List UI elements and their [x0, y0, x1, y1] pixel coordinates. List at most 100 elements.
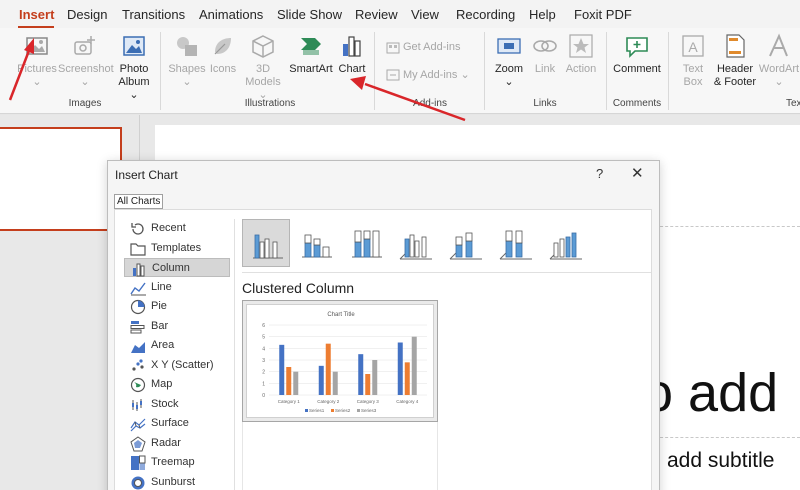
- subtype-clustered-column[interactable]: [242, 219, 290, 267]
- pictures-label: Pictures: [17, 63, 57, 75]
- chart-type-sunburst[interactable]: Sunburst: [124, 473, 230, 490]
- zoom-button[interactable]: Zoom ⌄: [490, 32, 528, 89]
- chart-button[interactable]: Chart: [336, 32, 368, 76]
- chart-type-label: Column: [152, 262, 190, 274]
- chart-type-label: Pie: [151, 300, 167, 312]
- 3d-models-button[interactable]: 3D Models ⌄: [242, 32, 284, 102]
- zoom-label: Zoom: [494, 63, 524, 75]
- header-footer-button[interactable]: Header & Footer: [712, 32, 758, 89]
- subtype-3d-100-stacked-column[interactable]: [492, 219, 540, 267]
- action-button[interactable]: Action: [564, 32, 598, 76]
- 3d-column-icon: [549, 232, 582, 260]
- group-divider: [668, 32, 669, 110]
- subtype-100-stacked-column[interactable]: [342, 219, 390, 267]
- legend-label: Series3: [361, 408, 377, 413]
- shapes-button[interactable]: Shapes ⌄: [168, 32, 206, 89]
- chart-type-map[interactable]: Map: [124, 375, 230, 394]
- close-button[interactable]: ✕: [631, 164, 644, 182]
- help-button[interactable]: ?: [596, 166, 603, 181]
- chart-type-surface[interactable]: Surface: [124, 414, 230, 433]
- tab-help[interactable]: Help: [529, 7, 556, 22]
- y-tick-label: 3: [262, 358, 265, 364]
- tab-view[interactable]: View: [411, 7, 439, 22]
- 3d-clustered-column-icon: [399, 234, 432, 260]
- text-box-button[interactable]: A Text Box: [674, 32, 712, 89]
- chart-type-scatter[interactable]: X Y (Scatter): [124, 356, 230, 375]
- chart-type-treemap[interactable]: Treemap: [124, 453, 230, 472]
- chevron-down-icon: ⌄: [80, 76, 90, 88]
- subtype-stacked-column[interactable]: [292, 219, 340, 267]
- icons-button[interactable]: Icons: [206, 32, 240, 76]
- chart-type-templates[interactable]: Templates: [124, 239, 230, 258]
- legend-swatch: [305, 409, 308, 412]
- tab-animations[interactable]: Animations: [199, 7, 263, 22]
- recent-icon: [131, 223, 144, 235]
- tab-all-charts[interactable]: All Charts: [114, 194, 164, 209]
- slide-title-placeholder[interactable]: o add: [643, 362, 778, 424]
- chart-type-label: Radar: [151, 436, 181, 449]
- link-button[interactable]: Link: [530, 32, 560, 76]
- chart-type-label: Bar: [151, 319, 169, 332]
- chart-type-stock[interactable]: Stock: [124, 395, 230, 414]
- x-tick-label: Category 4: [396, 399, 419, 404]
- tab-transitions[interactable]: Transitions: [122, 7, 185, 22]
- y-tick-label: 1: [262, 381, 265, 387]
- stock-chart-icon: [132, 398, 142, 411]
- screenshot-button[interactable]: Screenshot ⌄: [58, 32, 114, 89]
- get-addins-button[interactable]: Get Add-ins: [386, 40, 460, 54]
- scatter-chart-icon: [132, 358, 144, 371]
- placeholder-border: [655, 226, 800, 227]
- images-group-label: Images: [68, 98, 102, 109]
- 3d-models-label-2: Models: [245, 76, 281, 88]
- my-addins-button[interactable]: My Add-ins ⌄: [386, 68, 470, 82]
- y-tick-label: 0: [262, 393, 265, 399]
- link-icon: [533, 40, 557, 52]
- tab-review[interactable]: Review: [355, 7, 398, 22]
- link-label: Link: [534, 63, 556, 75]
- chart-preview[interactable]: Chart Title 0 1 2 3 4 5 6 Category 1 Category 2 C…: [242, 300, 438, 422]
- text-box-icon: A: [682, 35, 704, 57]
- comment-button[interactable]: Comment: [612, 32, 662, 76]
- chart-type-pie[interactable]: Pie: [124, 297, 230, 316]
- screenshot-icon: [74, 36, 95, 55]
- tab-insert[interactable]: Insert: [19, 7, 54, 22]
- sunburst-icon: [131, 476, 145, 489]
- chart-type-line[interactable]: Line: [124, 278, 230, 297]
- chart-type-column[interactable]: Column: [124, 258, 230, 277]
- photo-album-button[interactable]: Photo Album ⌄: [114, 32, 154, 102]
- subtype-3d-clustered-column[interactable]: [392, 219, 440, 267]
- chart-type-recent[interactable]: Recent: [124, 219, 230, 238]
- chevron-down-icon: ⌄: [32, 76, 42, 88]
- wordart-button[interactable]: WordArt ⌄: [756, 32, 800, 89]
- chart-type-bar[interactable]: Bar: [124, 317, 230, 336]
- group-divider: [606, 32, 607, 110]
- subtype-3d-column[interactable]: [542, 219, 590, 267]
- y-tick-label: 2: [262, 370, 265, 376]
- chart-bar: [397, 342, 403, 395]
- chart-type-label: Sunburst: [151, 475, 196, 488]
- line-chart-icon: [130, 282, 146, 295]
- tab-recording[interactable]: Recording: [456, 7, 515, 22]
- chart-bar: [372, 360, 378, 395]
- clustered-column-icon: [253, 234, 283, 259]
- slide-subtitle-placeholder[interactable]: add subtitle: [667, 449, 774, 473]
- preview-title: Clustered Column: [242, 280, 355, 296]
- tab-foxit-pdf[interactable]: Foxit PDF: [574, 7, 632, 22]
- smartart-button[interactable]: SmartArt: [288, 32, 334, 76]
- tab-design[interactable]: Design: [67, 7, 107, 22]
- group-divider: [160, 32, 161, 110]
- header-footer-icon: [726, 34, 745, 58]
- chart-type-radar[interactable]: Radar: [124, 434, 230, 453]
- slide-thumbnail[interactable]: [0, 127, 122, 231]
- chart-type-label: Recent: [151, 222, 186, 234]
- preview-chart: Chart Title 0 1 2 3 4 5 6 Category 1 Category 2 C…: [262, 312, 427, 413]
- pictures-button[interactable]: Pictures ⌄: [14, 32, 60, 89]
- smartart-icon: [301, 38, 321, 55]
- chart-type-area[interactable]: Area: [124, 336, 230, 355]
- y-tick-label: 4: [262, 346, 265, 352]
- tab-slide-show[interactable]: Slide Show: [277, 7, 342, 22]
- chart-type-list: Recent Templates Column Line Pie Bar Are…: [124, 219, 230, 490]
- comment-label: Comment: [613, 63, 661, 75]
- screenshot-label: Screenshot: [58, 63, 114, 75]
- subtype-3d-stacked-column[interactable]: [442, 219, 490, 267]
